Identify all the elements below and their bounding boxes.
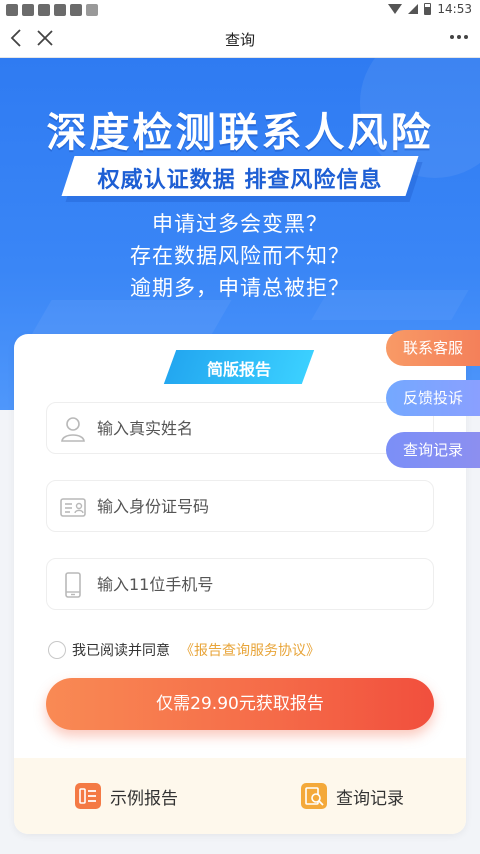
document-icon xyxy=(75,783,101,809)
feedback-button[interactable]: 反馈投诉 xyxy=(386,380,480,416)
notification-icon xyxy=(54,4,66,16)
signal-icon xyxy=(408,4,419,14)
more-button[interactable] xyxy=(446,24,472,50)
wifi-icon xyxy=(388,4,403,14)
search-document-icon xyxy=(301,783,327,809)
query-records-label: 查询记录 xyxy=(336,788,404,809)
notification-icon xyxy=(86,4,98,16)
notification-icon xyxy=(22,4,34,16)
banner-question-1: 申请过多会变黑？ xyxy=(152,212,328,236)
banner-title: 深度检测联系人风险 xyxy=(46,110,434,156)
name-field xyxy=(46,402,434,454)
contact-service-button[interactable]: 联系客服 xyxy=(386,330,480,366)
banner-ribbon-text: 权威认证数据 排查风险信息 xyxy=(97,168,383,193)
notification-icon xyxy=(38,4,50,16)
bottom-bar: 示例报告 查询记录 xyxy=(14,758,466,834)
more-icon xyxy=(450,35,468,39)
banner-question-2: 存在数据风险而不知？ xyxy=(130,244,350,268)
side-query-records-button[interactable]: 查询记录 xyxy=(386,432,480,468)
battery-icon xyxy=(424,3,432,15)
phone-icon xyxy=(65,572,81,598)
agree-checkbox[interactable] xyxy=(48,641,66,659)
agree-text: 我已阅读并同意 xyxy=(72,643,170,659)
status-bar: 14:53 xyxy=(0,0,480,20)
query-records-button[interactable]: 查询记录 xyxy=(300,782,404,810)
phone-input[interactable] xyxy=(97,569,417,599)
notification-icon xyxy=(6,4,18,16)
id-number-input[interactable] xyxy=(97,491,417,521)
agreement-link[interactable]: 《报告查询服务协议》 xyxy=(180,640,320,660)
name-input[interactable] xyxy=(97,413,417,443)
get-report-button[interactable]: 仅需29.90元获取报告 xyxy=(46,678,434,730)
page-title: 查询 xyxy=(224,31,255,49)
sample-report-button[interactable]: 示例报告 xyxy=(74,782,178,810)
sample-report-label: 示例报告 xyxy=(110,788,178,809)
banner-question-3: 逾期多，申请总被拒？ xyxy=(130,276,350,300)
user-icon xyxy=(61,417,85,442)
report-tag: 简版报告 xyxy=(206,360,271,379)
agreement-row: 我已阅读并同意 《报告查询服务协议》 xyxy=(48,640,320,660)
status-time: 14:53 xyxy=(437,2,472,16)
nav-bar: 查询 xyxy=(0,20,480,58)
notification-icons xyxy=(6,4,98,16)
phone-field xyxy=(46,558,434,610)
id-field xyxy=(46,480,434,532)
notification-icon xyxy=(70,4,82,16)
id-card-icon xyxy=(60,498,86,517)
